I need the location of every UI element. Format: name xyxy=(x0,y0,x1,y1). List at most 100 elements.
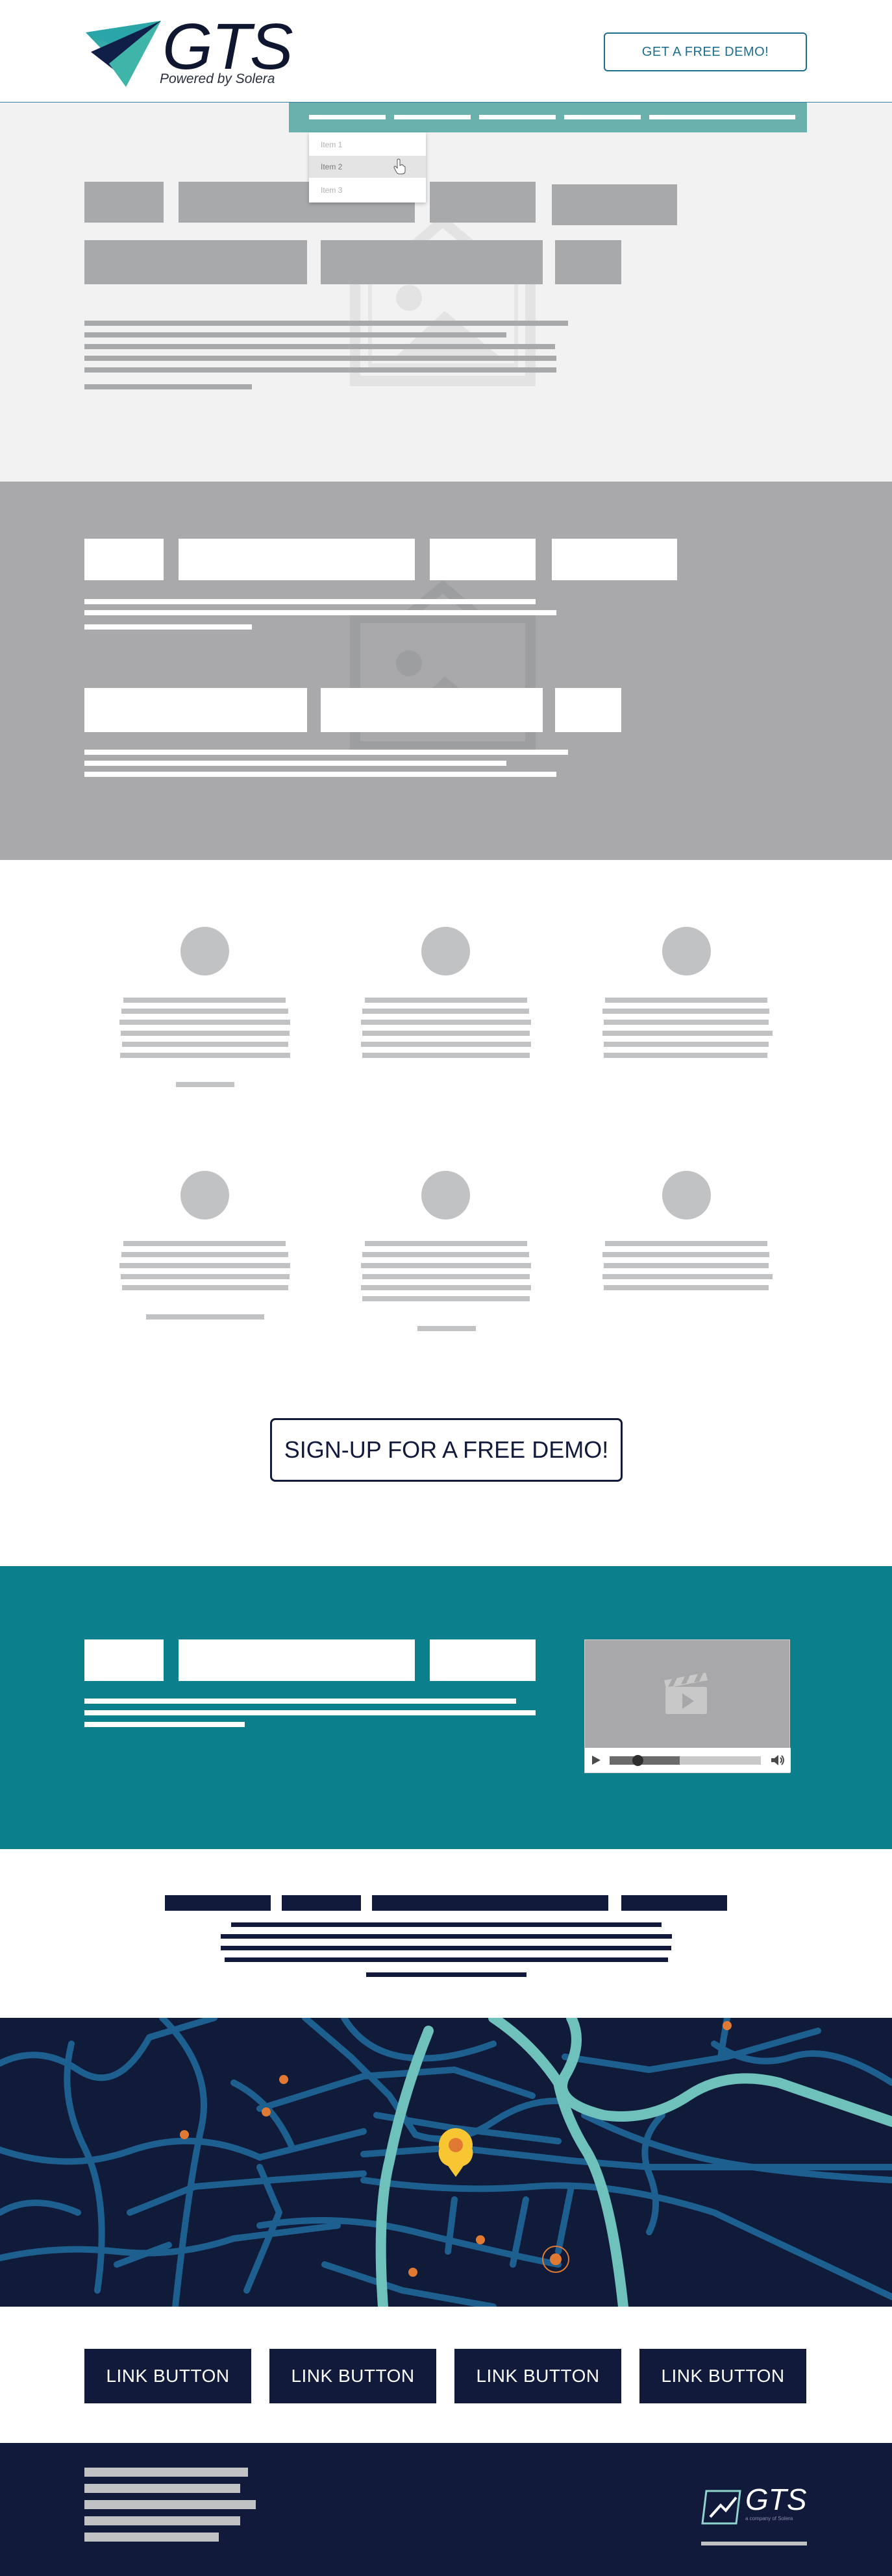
text-line xyxy=(84,384,252,389)
text-line xyxy=(602,1274,773,1279)
dropdown-item[interactable]: Item 1 xyxy=(309,134,426,156)
text-line xyxy=(602,1031,773,1036)
text-line xyxy=(84,321,568,326)
heading-block xyxy=(321,240,543,284)
text-line xyxy=(604,1263,769,1268)
link-button[interactable]: LINK BUTTON xyxy=(639,2349,806,2403)
text-line xyxy=(604,1285,769,1290)
dropdown-item[interactable]: Item 3 xyxy=(309,179,426,201)
text-line xyxy=(84,356,556,361)
text-line xyxy=(84,344,555,349)
heading-block xyxy=(430,539,536,580)
text-line xyxy=(84,599,536,604)
video-section xyxy=(0,1566,892,1849)
nav-item-5[interactable] xyxy=(649,115,726,119)
seek-handle[interactable] xyxy=(632,1755,643,1766)
heading-block xyxy=(555,688,621,732)
text-line xyxy=(84,367,556,373)
text-line xyxy=(361,1042,531,1047)
nav-item-6[interactable] xyxy=(719,115,795,119)
heading-block xyxy=(430,182,536,223)
link-button[interactable]: LINK BUTTON xyxy=(454,2349,621,2403)
site-header: GTS Powered by Solera GET A FREE DEMO! xyxy=(0,0,892,103)
footer-logo-text: GTS xyxy=(745,2483,807,2516)
link-button[interactable]: LINK BUTTON xyxy=(269,2349,436,2403)
footer-link-line[interactable] xyxy=(84,2500,256,2509)
text-line xyxy=(362,1274,530,1279)
volume-icon[interactable] xyxy=(770,1754,786,1767)
footer-link-line[interactable] xyxy=(84,2468,248,2477)
footer-logo-mark xyxy=(701,2490,741,2525)
heading-block xyxy=(430,1639,536,1681)
logo-text[interactable]: GTS xyxy=(162,14,293,79)
signup-demo-button[interactable]: SIGN-UP FOR A FREE DEMO! xyxy=(270,1418,623,1482)
text-line xyxy=(365,998,527,1003)
nav-item-1[interactable] xyxy=(309,115,386,119)
text-line xyxy=(121,1274,290,1279)
text-line xyxy=(123,998,286,1003)
nav-item-2[interactable] xyxy=(394,115,471,119)
text-line xyxy=(122,1285,288,1290)
text-line xyxy=(122,1042,288,1047)
link-button[interactable]: LINK BUTTON xyxy=(84,2349,251,2403)
footer-link-line[interactable] xyxy=(84,2533,219,2542)
headline-block xyxy=(372,1895,608,1911)
heading-block xyxy=(179,539,415,580)
text-line xyxy=(176,1082,234,1087)
headline-block xyxy=(621,1895,727,1911)
text-line xyxy=(362,1053,530,1058)
text-line xyxy=(604,1042,769,1047)
city-map[interactable] xyxy=(0,2018,892,2307)
heading-block xyxy=(555,240,621,284)
footer-logo-subtitle: a company of Solera xyxy=(745,2516,793,2521)
text-line xyxy=(84,1710,536,1715)
heading-block xyxy=(84,688,307,732)
logo-mark[interactable] xyxy=(83,19,166,91)
image-placeholder-icon xyxy=(350,580,536,752)
text-line xyxy=(119,1020,290,1025)
feature-icon-circle xyxy=(421,1171,470,1220)
content-section-gray xyxy=(0,482,892,860)
get-free-demo-button[interactable]: GET A FREE DEMO! xyxy=(604,32,807,71)
text-line xyxy=(84,761,506,766)
feature-icon-circle xyxy=(662,1171,711,1220)
nav-item-4[interactable] xyxy=(564,115,641,119)
features-section: SIGN-UP FOR A FREE DEMO! xyxy=(0,860,892,1566)
seek-bar[interactable] xyxy=(610,1755,761,1766)
text-line xyxy=(605,998,767,1003)
text-line xyxy=(362,1252,529,1257)
headline-section xyxy=(0,1849,892,2018)
text-line xyxy=(84,1699,516,1704)
video-player[interactable] xyxy=(584,1639,791,1773)
play-icon[interactable] xyxy=(590,1754,602,1766)
heading-block xyxy=(552,539,677,580)
text-line xyxy=(362,1296,530,1301)
footer: GTS a company of Solera xyxy=(0,2443,892,2576)
cursor-hand-icon xyxy=(393,158,406,175)
text-line xyxy=(366,1972,527,1977)
map-section[interactable] xyxy=(0,2018,892,2307)
logo-subtitle: Powered by Solera xyxy=(160,71,275,86)
text-line xyxy=(84,772,556,777)
heading-block xyxy=(179,1639,415,1681)
text-line xyxy=(602,1009,769,1014)
dropdown-item-selected[interactable]: Item 2 xyxy=(309,156,426,178)
footer-link-line[interactable] xyxy=(84,2516,240,2525)
nav-item-3[interactable] xyxy=(479,115,556,119)
feature-icon-circle xyxy=(180,927,229,975)
text-line xyxy=(119,1263,290,1268)
headline-block xyxy=(165,1895,271,1911)
footer-link-line[interactable] xyxy=(84,2484,240,2493)
heading-block xyxy=(84,182,164,223)
map-pin-icon[interactable] xyxy=(438,2128,473,2177)
text-line xyxy=(605,1241,767,1246)
heading-block xyxy=(321,688,543,732)
text-line xyxy=(361,1263,531,1268)
video-controls xyxy=(585,1748,791,1773)
link-buttons-section: LINK BUTTON LINK BUTTON LINK BUTTON LINK… xyxy=(0,2307,892,2443)
text-line xyxy=(221,1946,671,1950)
feature-icon-circle xyxy=(421,927,470,975)
feature-icon-circle xyxy=(180,1171,229,1220)
text-line xyxy=(84,332,506,337)
text-line xyxy=(361,1285,531,1290)
